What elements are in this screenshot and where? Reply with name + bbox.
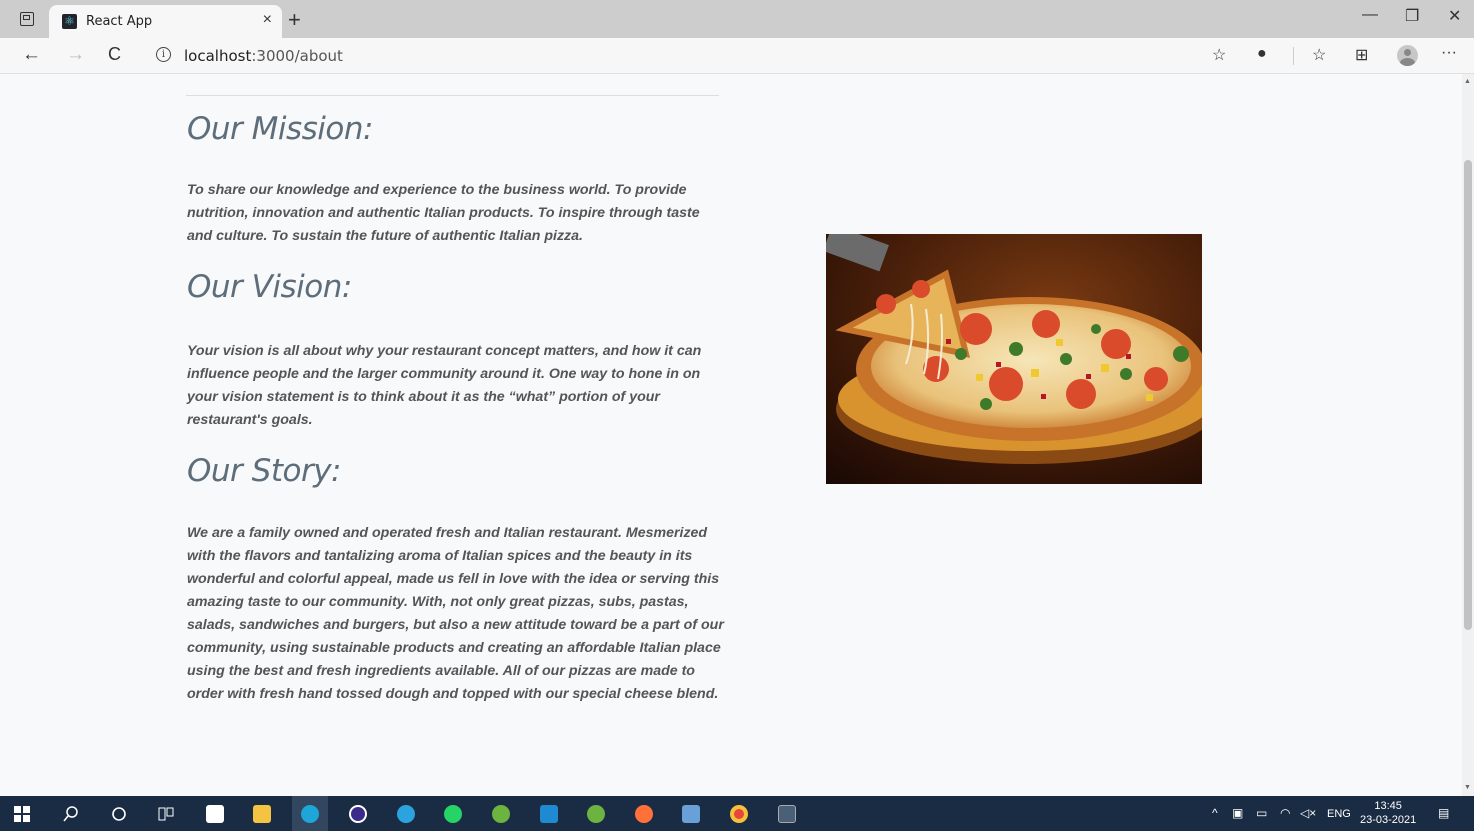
mysql-shell-icon[interactable] [769,796,805,831]
site-info-icon[interactable]: i [156,47,171,62]
favorites-icon[interactable]: ☆ [1312,45,1326,65]
chrome-icon[interactable] [721,796,757,831]
toolbar-divider [1293,47,1294,65]
battery-icon[interactable]: ▭ [1256,806,1267,820]
clock-date: 23-03-2021 [1360,814,1417,826]
tab-actions-icon[interactable] [20,12,34,26]
windows-start-icon[interactable] [4,796,40,831]
clock-time: 13:45 [1374,800,1402,812]
url-text: localhost:3000/about [184,47,343,65]
scroll-down-icon[interactable]: ▼ [1464,784,1471,791]
wifi-icon[interactable]: ◠ [1280,806,1290,820]
volume-muted-icon[interactable]: ◁× [1300,806,1316,820]
store-icon[interactable] [197,796,233,831]
divider [186,95,719,96]
mission-heading: Our Mission: [187,111,373,147]
spring-tool-icon[interactable] [483,796,519,831]
story-text: We are a family owned and operated fresh… [187,525,724,702]
tray-app-icon[interactable]: ▣ [1232,806,1243,820]
close-window-button[interactable]: ✕ [1448,6,1461,26]
collections-icon[interactable]: ⊞ [1355,45,1368,65]
page-viewport: Our Mission: To share our knowledge and … [0,74,1462,796]
add-favorite-icon[interactable]: ☆ [1212,45,1226,65]
new-tab-button[interactable]: + [288,7,301,33]
scroll-up-icon[interactable]: ▲ [1464,78,1471,85]
scroll-thumb[interactable] [1464,160,1472,630]
notifications-icon[interactable]: ▤ [1438,806,1449,820]
show-hidden-icons-icon[interactable]: ^ [1212,806,1218,820]
settings-more-icon[interactable]: ··· [1441,44,1457,62]
story-heading: Our Story: [187,453,341,489]
pizza-image [826,234,1202,484]
vscode-icon[interactable] [531,796,567,831]
cortana-icon[interactable] [101,796,137,831]
profile-avatar[interactable] [1397,45,1418,66]
spring-tool-2-icon[interactable] [578,796,614,831]
whatsapp-icon[interactable] [435,796,471,831]
tab-react-app[interactable]: ⚛ React App × [49,5,282,38]
file-explorer-icon[interactable] [244,796,280,831]
restore-button[interactable]: ❐ [1405,6,1419,26]
mission-text: To share our knowledge and experience to… [187,182,700,244]
language-indicator[interactable]: ENG [1327,808,1351,820]
forward-button[interactable]: → [66,44,85,66]
extension-icon[interactable]: ● [1257,45,1267,63]
vision-heading: Our Vision: [187,269,352,305]
edge-icon[interactable] [292,796,328,831]
firefox-icon[interactable] [626,796,662,831]
address-bar[interactable]: i localhost:3000/about [144,41,1244,71]
task-view-icon[interactable] [148,796,184,831]
back-button[interactable]: ← [22,44,41,66]
minimize-button[interactable]: — [1362,6,1378,24]
eclipse-icon[interactable] [340,796,376,831]
react-favicon-icon: ⚛ [62,14,77,29]
reload-button[interactable]: C [108,44,121,65]
taskbar-clock[interactable]: 13:45 23-03-2021 [1360,799,1416,827]
tab-strip: ⚛ React App × + — ❐ ✕ [0,0,1474,38]
vision-text: Your vision is all about why your restau… [187,343,702,428]
search-icon[interactable] [53,796,89,831]
windows-taskbar: ^ ▣ ▭ ◠ ◁× ENG 13:45 23-03-2021 ▤ [0,796,1474,831]
navigation-bar: ← → C i localhost:3000/about ☆ ● ☆ ⊞ ··· [0,38,1474,74]
vertical-scrollbar[interactable]: ▲ ▼ [1462,74,1474,796]
tab-close-icon[interactable]: × [263,11,272,29]
telegram-icon[interactable] [388,796,424,831]
tab-title: React App [86,14,153,29]
notepad-app-icon[interactable] [673,796,709,831]
